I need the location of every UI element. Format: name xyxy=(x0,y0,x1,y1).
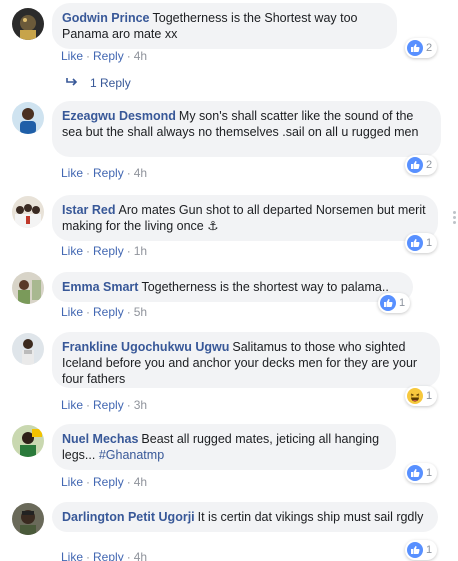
avatar[interactable] xyxy=(12,272,44,304)
separator: · xyxy=(126,244,131,258)
like-link[interactable]: Like xyxy=(61,49,83,63)
reaction-summary[interactable]: 1 xyxy=(405,386,438,406)
reaction-count: 2 xyxy=(426,42,433,54)
separator: · xyxy=(86,244,91,258)
replies-count-label[interactable]: 1 Reply xyxy=(90,76,131,90)
avatar[interactable] xyxy=(12,102,44,134)
comment-author[interactable]: Darlington Petit Ugorji xyxy=(62,510,195,524)
comment-author[interactable]: Istar Red xyxy=(62,203,116,217)
like-link[interactable]: Like xyxy=(61,550,83,561)
avatar[interactable] xyxy=(12,503,44,535)
reaction-count: 1 xyxy=(426,390,433,402)
view-replies-link[interactable]: 1 Reply xyxy=(66,76,131,90)
more-options-icon[interactable] xyxy=(453,211,456,225)
reaction-count: 1 xyxy=(426,467,433,479)
separator: · xyxy=(126,305,131,319)
like-reaction-icon xyxy=(380,295,396,311)
reply-link[interactable]: Reply xyxy=(93,305,124,319)
reaction-count: 1 xyxy=(426,237,433,249)
separator: · xyxy=(126,550,131,561)
like-link[interactable]: Like xyxy=(61,244,83,258)
separator: · xyxy=(126,475,131,489)
separator: · xyxy=(126,398,131,412)
separator: · xyxy=(86,305,91,319)
reaction-summary[interactable]: 1 xyxy=(405,233,438,253)
reply-arrow-icon xyxy=(66,76,78,90)
separator: · xyxy=(126,49,131,63)
reaction-summary[interactable]: 2 xyxy=(405,38,438,58)
timestamp[interactable]: 1h xyxy=(134,244,147,258)
comment-bubble: Godwin Prince Togetherness is the Shortes… xyxy=(52,3,397,49)
reaction-count: 1 xyxy=(399,297,406,309)
reply-link[interactable]: Reply xyxy=(93,49,124,63)
reaction-summary[interactable]: 1 xyxy=(405,540,438,560)
like-reaction-icon xyxy=(407,40,423,56)
separator: · xyxy=(86,550,91,561)
comment-actions: Like · Reply · 4h xyxy=(61,550,147,561)
comment-bubble: Frankline Ugochukwu Ugwu Salitamus to tho… xyxy=(52,332,440,388)
reaction-count: 1 xyxy=(426,544,433,556)
like-reaction-icon xyxy=(407,465,423,481)
avatar[interactable] xyxy=(12,333,44,365)
timestamp[interactable]: 4h xyxy=(134,475,147,489)
reply-link[interactable]: Reply xyxy=(93,475,124,489)
comment-actions: Like · Reply · 4h xyxy=(61,49,147,63)
like-reaction-icon xyxy=(407,235,423,251)
hashtag-link[interactable]: #Ghanatmp xyxy=(99,448,164,462)
comment-text: Togetherness is the shortest way to pala… xyxy=(141,280,389,294)
comment-bubble: Emma Smart Togetherness is the shortest w… xyxy=(52,272,413,302)
timestamp[interactable]: 4h xyxy=(134,166,147,180)
separator: · xyxy=(126,166,131,180)
comment-text: Aro mates Gun shot to all departed Norse… xyxy=(62,203,426,233)
like-link[interactable]: Like xyxy=(61,475,83,489)
separator: · xyxy=(86,475,91,489)
like-reaction-icon xyxy=(407,542,423,558)
comment-text: It is certin dat vikings ship must sail … xyxy=(197,510,424,524)
timestamp[interactable]: 4h xyxy=(134,550,147,561)
comment-author[interactable]: Emma Smart xyxy=(62,280,138,294)
separator: · xyxy=(86,166,91,180)
reply-link[interactable]: Reply xyxy=(93,398,124,412)
comment-author[interactable]: Nuel Mechas xyxy=(62,432,138,446)
comment-actions: Like · Reply · 5h xyxy=(61,305,147,319)
comment-author[interactable]: Frankline Ugochukwu Ugwu xyxy=(62,340,229,354)
timestamp[interactable]: 3h xyxy=(134,398,147,412)
comment-bubble: Ezeagwu Desmond My son's shall scatter li… xyxy=(52,101,441,157)
comment-author[interactable]: Godwin Prince xyxy=(62,11,150,25)
reply-link[interactable]: Reply xyxy=(93,166,124,180)
like-link[interactable]: Like xyxy=(61,305,83,319)
avatar[interactable] xyxy=(12,8,44,40)
like-link[interactable]: Like xyxy=(61,398,83,412)
comment-actions: Like · Reply · 4h xyxy=(61,166,147,180)
haha-reaction-icon xyxy=(407,388,423,404)
avatar[interactable] xyxy=(12,425,44,457)
separator: · xyxy=(86,49,91,63)
avatar[interactable] xyxy=(12,196,44,228)
comment-bubble: Darlington Petit Ugorji It is certin dat … xyxy=(52,502,438,532)
like-reaction-icon xyxy=(407,157,423,173)
reaction-count: 2 xyxy=(426,159,433,171)
comment-author[interactable]: Ezeagwu Desmond xyxy=(62,109,176,123)
comment-actions: Like · Reply · 1h xyxy=(61,244,147,258)
like-link[interactable]: Like xyxy=(61,166,83,180)
reaction-summary[interactable]: 1 xyxy=(378,293,411,313)
comment-actions: Like · Reply · 3h xyxy=(61,398,147,412)
timestamp[interactable]: 4h xyxy=(134,49,147,63)
comment-bubble: Istar Red Aro mates Gun shot to all depar… xyxy=(52,195,438,241)
reply-link[interactable]: Reply xyxy=(93,550,124,561)
comment-actions: Like · Reply · 4h xyxy=(61,475,147,489)
reaction-summary[interactable]: 2 xyxy=(405,155,438,175)
timestamp[interactable]: 5h xyxy=(134,305,147,319)
reply-link[interactable]: Reply xyxy=(93,244,124,258)
reaction-summary[interactable]: 1 xyxy=(405,463,438,483)
separator: · xyxy=(86,398,91,412)
comment-bubble: Nuel Mechas Beast all rugged mates, jetic… xyxy=(52,424,396,470)
